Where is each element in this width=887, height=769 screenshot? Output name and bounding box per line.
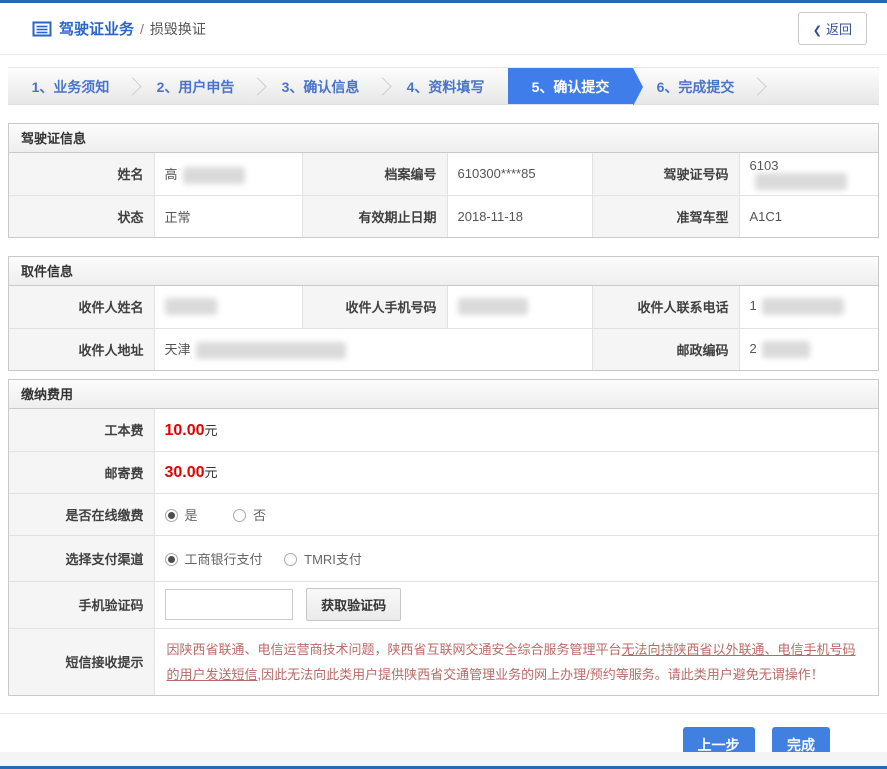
name-value: 高 <box>153 153 303 196</box>
vehicle-class-value: A1C1 <box>738 194 878 237</box>
redacted-value <box>761 340 810 358</box>
file-number-value: 610300****85 <box>446 153 593 196</box>
page-header: 驾驶证业务 / 损毁换证 ❮ 返回 <box>0 3 887 55</box>
page-title: 驾驶证业务 <box>59 21 135 38</box>
online-payment-no-label: 否 <box>253 507 267 523</box>
postage-fee-amount: 30.00 <box>164 464 205 481</box>
sms-code-label: 手机验证码 <box>9 580 155 629</box>
payment-channel-options: 工商银行支付 TMRI支付 <box>153 534 878 582</box>
pickup-info-section: 取件信息 收件人姓名 收件人手机号码 收件人联系电话 1 收件人地址 天津 邮政… <box>8 256 879 371</box>
redacted-value <box>195 342 346 360</box>
step-wizard: 1、业务须知 2、用户申告 3、确认信息 4、资料填写 5、确认提交 6、完成提… <box>8 67 879 106</box>
online-payment-yes-radio[interactable] <box>164 508 178 522</box>
license-info-section: 驾驶证信息 姓名 高 档案编号 610300****85 驾驶证号码 6103 … <box>8 123 879 238</box>
get-code-button[interactable]: 获取验证码 <box>306 588 402 621</box>
redacted-value <box>754 172 847 190</box>
table-row: 邮寄费 30.00元 <box>9 450 878 494</box>
online-payment-yes-label: 是 <box>184 507 198 523</box>
sms-code-cell: 获取验证码 <box>153 580 878 629</box>
table-row: 状态 正常 有效期止日期 2018-11-18 准驾车型 A1C1 <box>9 194 878 237</box>
payment-table: 工本费 10.00元 邮寄费 30.00元 是否在线缴费 是 否 选择支付渠道 … <box>9 409 878 695</box>
vehicle-class-label: 准驾车型 <box>591 194 740 237</box>
postal-code-value: 2 <box>738 327 878 370</box>
step-2-user-declaration[interactable]: 2、用户申告 <box>133 68 267 104</box>
breadcrumb-separator: / <box>140 20 144 37</box>
back-button-label: 返回 <box>825 22 852 37</box>
back-button[interactable]: ❮ 返回 <box>797 12 867 45</box>
cost-fee-amount: 10.00 <box>164 421 205 439</box>
payment-section: 缴纳费用 工本费 10.00元 邮寄费 30.00元 是否在线缴费 是 否 选择… <box>8 379 879 696</box>
status-value: 正常 <box>153 194 303 237</box>
redacted-value <box>457 298 528 316</box>
postage-fee-value: 30.00元 <box>153 450 878 494</box>
online-payment-options: 是 否 <box>153 492 878 536</box>
chevron-left-icon: ❮ <box>812 25 822 37</box>
table-row: 姓名 高 档案编号 610300****85 驾驶证号码 6103 <box>9 153 878 196</box>
channel-icbc-label: 工商银行支付 <box>184 551 263 567</box>
payment-channel-label: 选择支付渠道 <box>9 534 155 582</box>
channel-tmri-radio[interactable] <box>284 552 298 566</box>
step-separator-chevron-icon <box>748 77 767 96</box>
cost-fee-label: 工本费 <box>9 409 155 452</box>
step-6-complete-submit[interactable]: 6、完成提交 <box>633 68 767 104</box>
sms-notice-label: 短信接收提示 <box>9 627 155 695</box>
table-row: 是否在线缴费 是 否 <box>9 492 878 536</box>
breadcrumb-current: 损毁换证 <box>149 20 206 37</box>
online-payment-label: 是否在线缴费 <box>9 492 155 536</box>
cost-fee-value: 10.00元 <box>153 409 878 452</box>
table-row: 收件人姓名 收件人手机号码 收件人联系电话 1 <box>9 286 878 329</box>
payment-section-title: 缴纳费用 <box>9 380 878 409</box>
license-info-section-title: 驾驶证信息 <box>9 124 878 153</box>
recipient-address-value: 天津 <box>153 327 593 370</box>
postage-fee-unit: 元 <box>204 465 218 480</box>
redacted-value <box>164 298 217 316</box>
license-number-value: 6103 <box>738 153 878 196</box>
bottom-gray-strip <box>0 752 887 766</box>
pickup-info-table: 收件人姓名 收件人手机号码 收件人联系电话 1 收件人地址 天津 邮政编码 2 <box>9 286 878 370</box>
valid-until-value: 2018-11-18 <box>446 194 593 237</box>
step-3-confirm-info[interactable]: 3、确认信息 <box>258 68 392 104</box>
license-info-table: 姓名 高 档案编号 610300****85 驾驶证号码 6103 状态 正常 … <box>9 153 878 237</box>
recipient-name-label: 收件人姓名 <box>9 286 155 329</box>
table-row: 选择支付渠道 工商银行支付 TMRI支付 <box>9 534 878 582</box>
channel-icbc-radio[interactable] <box>164 552 178 566</box>
table-row: 收件人地址 天津 邮政编码 2 <box>9 327 878 370</box>
sms-notice-text: 因陕西省联通、电信运营商技术问题，陕西省互联网交通安全综合服务管理平台无法向持陕… <box>153 627 878 695</box>
redacted-value <box>182 166 245 184</box>
status-label: 状态 <box>9 194 155 237</box>
redacted-value <box>761 298 844 316</box>
license-number-label: 驾驶证号码 <box>591 153 740 196</box>
table-row: 短信接收提示 因陕西省联通、电信运营商技术问题，陕西省互联网交通安全综合服务管理… <box>9 627 878 695</box>
channel-tmri-label: TMRI支付 <box>304 551 362 567</box>
recipient-phone-value: 1 <box>738 286 878 329</box>
recipient-mobile-value <box>446 286 593 329</box>
step-5-confirm-submit[interactable]: 5、确认提交 <box>508 68 643 106</box>
name-label: 姓名 <box>9 153 155 196</box>
recipient-phone-label: 收件人联系电话 <box>591 286 740 329</box>
cost-fee-unit: 元 <box>204 422 218 438</box>
recipient-name-value <box>153 286 303 329</box>
sms-code-input[interactable] <box>164 589 293 620</box>
license-business-icon <box>32 20 52 38</box>
postal-code-label: 邮政编码 <box>591 327 740 370</box>
recipient-mobile-label: 收件人手机号码 <box>301 286 448 329</box>
page: 驾驶证业务 / 损毁换证 ❮ 返回 1、业务须知 2、用户申告 3、确认信息 4、… <box>0 0 887 769</box>
recipient-address-label: 收件人地址 <box>9 327 155 370</box>
valid-until-label: 有效期止日期 <box>301 194 448 237</box>
step-1-business-notice[interactable]: 1、业务须知 <box>8 68 142 104</box>
step-4-fill-materials[interactable]: 4、资料填写 <box>383 68 508 104</box>
online-payment-no-radio[interactable] <box>233 508 247 522</box>
table-row: 工本费 10.00元 <box>9 409 878 452</box>
pickup-info-section-title: 取件信息 <box>9 257 878 286</box>
table-row: 手机验证码 获取验证码 <box>9 580 878 629</box>
file-number-label: 档案编号 <box>301 153 448 196</box>
postage-fee-label: 邮寄费 <box>9 450 155 494</box>
